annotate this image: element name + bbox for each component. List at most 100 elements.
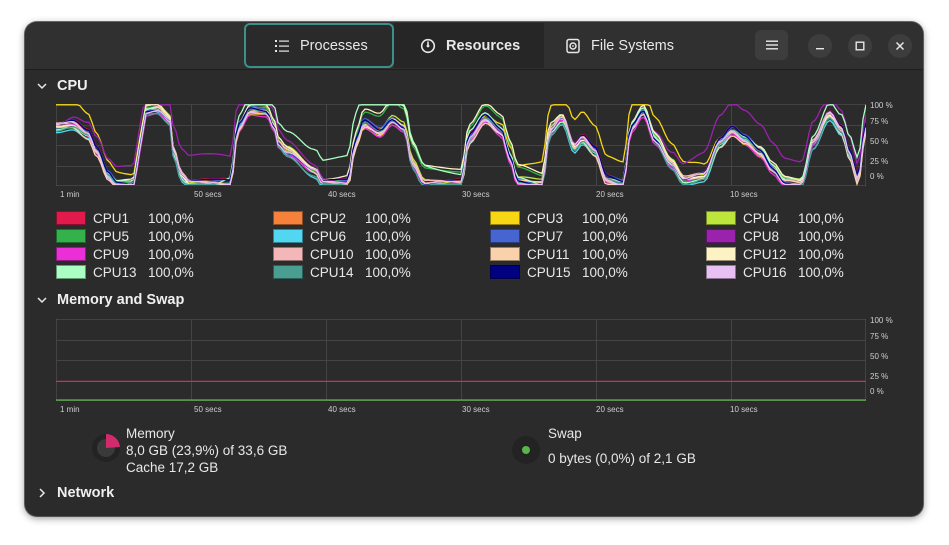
cpu-name: CPU11 — [527, 246, 570, 262]
cpu-name: CPU14 — [310, 264, 354, 280]
memory-chart-svg — [55, 318, 867, 402]
memory-section-header[interactable]: Memory and Swap — [36, 292, 184, 308]
cpu-legend-item[interactable]: CPU7 100,0% — [490, 228, 628, 244]
cpu-name: CPU9 — [93, 246, 130, 262]
color-swatch[interactable] — [273, 265, 303, 279]
cpu-legend-item[interactable]: CPU11 100,0% — [490, 246, 628, 262]
cpu-name: CPU4 — [743, 210, 780, 226]
hamburger-menu-icon — [765, 40, 778, 50]
x-tick-label: 50 secs — [194, 405, 222, 414]
cpu-section-header[interactable]: CPU — [36, 78, 88, 94]
cpu-usage-value: 100,0% — [365, 264, 411, 280]
cpu-legend-item[interactable]: CPU9 100,0% — [56, 246, 194, 262]
cpu-usage-value: 100,0% — [148, 264, 194, 280]
memory-label: Memory — [126, 426, 175, 441]
cpu-legend-item[interactable]: CPU10 100,0% — [273, 246, 411, 262]
network-section-title: Network — [57, 485, 115, 501]
cpu-usage-value: 100,0% — [798, 246, 844, 262]
header-bar: Processes Resources File Systems — [25, 22, 923, 70]
cpu-name: CPU2 — [310, 210, 347, 226]
cpu-usage-value: 100,0% — [582, 210, 628, 226]
memory-info: Memory 8,0 GB (23,9%) of 33,6 GB Cache 1… — [126, 425, 287, 476]
cpu-legend-item[interactable]: CPU3 100,0% — [490, 210, 628, 226]
cpu-usage-value: 100,0% — [798, 264, 844, 280]
network-section-header[interactable]: Network — [36, 485, 114, 501]
minimize-button[interactable] — [808, 34, 832, 58]
x-tick-label: 20 secs — [596, 405, 624, 414]
y-tick-label: 100 % — [870, 316, 893, 325]
main-menu-button[interactable] — [755, 30, 788, 60]
chevron-right-icon — [39, 488, 46, 498]
color-swatch[interactable] — [490, 211, 520, 225]
y-tick-label: 75 % — [870, 117, 889, 126]
minimize-icon — [816, 48, 824, 50]
color-swatch[interactable] — [56, 247, 86, 261]
cpu-usage-value: 100,0% — [582, 246, 628, 262]
y-tick-label: 25 % — [870, 157, 889, 166]
x-tick-label: 40 secs — [328, 405, 356, 414]
close-button[interactable] — [888, 34, 912, 58]
cpu-name: CPU7 — [527, 228, 564, 244]
cpu-usage-value: 100,0% — [582, 228, 628, 244]
swap-info: Swap 0 bytes (0,0%) of 2,1 GB — [548, 425, 696, 467]
color-swatch[interactable] — [273, 247, 303, 261]
y-tick-label: 25 % — [870, 372, 889, 381]
memory-cache: Cache 17,2 GB — [126, 460, 219, 475]
y-tick-label: 75 % — [870, 332, 889, 341]
cpu-legend-item[interactable]: CPU13 100,0% — [56, 264, 194, 280]
cpu-legend-item[interactable]: CPU5 100,0% — [56, 228, 194, 244]
color-swatch[interactable] — [56, 229, 86, 243]
y-tick-label: 0 % — [870, 387, 884, 396]
cpu-legend-item[interactable]: CPU4 100,0% — [706, 210, 844, 226]
cpu-name: CPU13 — [93, 264, 137, 280]
cpu-legend-item[interactable]: CPU16 100,0% — [706, 264, 844, 280]
cpu-usage-value: 100,0% — [365, 246, 411, 262]
cpu-section-title: CPU — [57, 78, 88, 94]
color-swatch[interactable] — [56, 211, 86, 225]
chevron-down-icon — [37, 297, 47, 304]
color-swatch[interactable] — [490, 247, 520, 261]
maximize-icon — [855, 41, 865, 51]
memory-section-title: Memory and Swap — [57, 292, 185, 308]
cpu-legend-item[interactable]: CPU8 100,0% — [706, 228, 844, 244]
cpu-legend-item[interactable]: CPU12 100,0% — [706, 246, 844, 262]
tab-processes[interactable]: Processes — [244, 23, 394, 68]
color-swatch[interactable] — [490, 265, 520, 279]
cpu-chart-svg — [55, 103, 867, 187]
color-swatch[interactable] — [490, 229, 520, 243]
list-icon — [275, 39, 289, 52]
maximize-button[interactable] — [848, 34, 872, 58]
cpu-legend-item[interactable]: CPU14 100,0% — [273, 264, 411, 280]
cpu-name: CPU10 — [310, 246, 354, 262]
color-swatch[interactable] — [706, 229, 736, 243]
cpu-name: CPU15 — [527, 264, 571, 280]
color-swatch[interactable] — [56, 265, 86, 279]
color-swatch[interactable] — [706, 247, 736, 261]
color-swatch[interactable] — [273, 229, 303, 243]
cpu-usage-value: 100,0% — [148, 228, 194, 244]
y-tick-label: 100 % — [870, 101, 893, 110]
tab-resources-label: Resources — [446, 37, 521, 54]
cpu-name: CPU1 — [93, 210, 130, 226]
swap-label: Swap — [548, 426, 582, 441]
cpu-usage-value: 100,0% — [148, 210, 194, 226]
cpu-legend-item[interactable]: CPU1 100,0% — [56, 210, 194, 226]
cpu-legend-item[interactable]: CPU15 100,0% — [490, 264, 628, 280]
memory-history-chart — [55, 318, 867, 406]
drive-icon — [566, 38, 580, 53]
cpu-usage-value: 100,0% — [148, 246, 194, 262]
color-swatch[interactable] — [706, 265, 736, 279]
tab-resources[interactable]: Resources — [394, 23, 544, 68]
cpu-usage-value: 100,0% — [365, 228, 411, 244]
cpu-name: CPU8 — [743, 228, 780, 244]
y-tick-label: 50 % — [870, 352, 889, 361]
color-swatch[interactable] — [273, 211, 303, 225]
cpu-usage-value: 100,0% — [798, 228, 844, 244]
gauge-icon — [420, 38, 436, 53]
cpu-legend-item[interactable]: CPU6 100,0% — [273, 228, 411, 244]
color-swatch[interactable] — [706, 211, 736, 225]
cpu-usage-value: 100,0% — [582, 264, 628, 280]
cpu-legend-item[interactable]: CPU2 100,0% — [273, 210, 411, 226]
x-tick-label: 30 secs — [462, 190, 490, 199]
tab-file-systems[interactable]: File Systems — [544, 23, 724, 68]
